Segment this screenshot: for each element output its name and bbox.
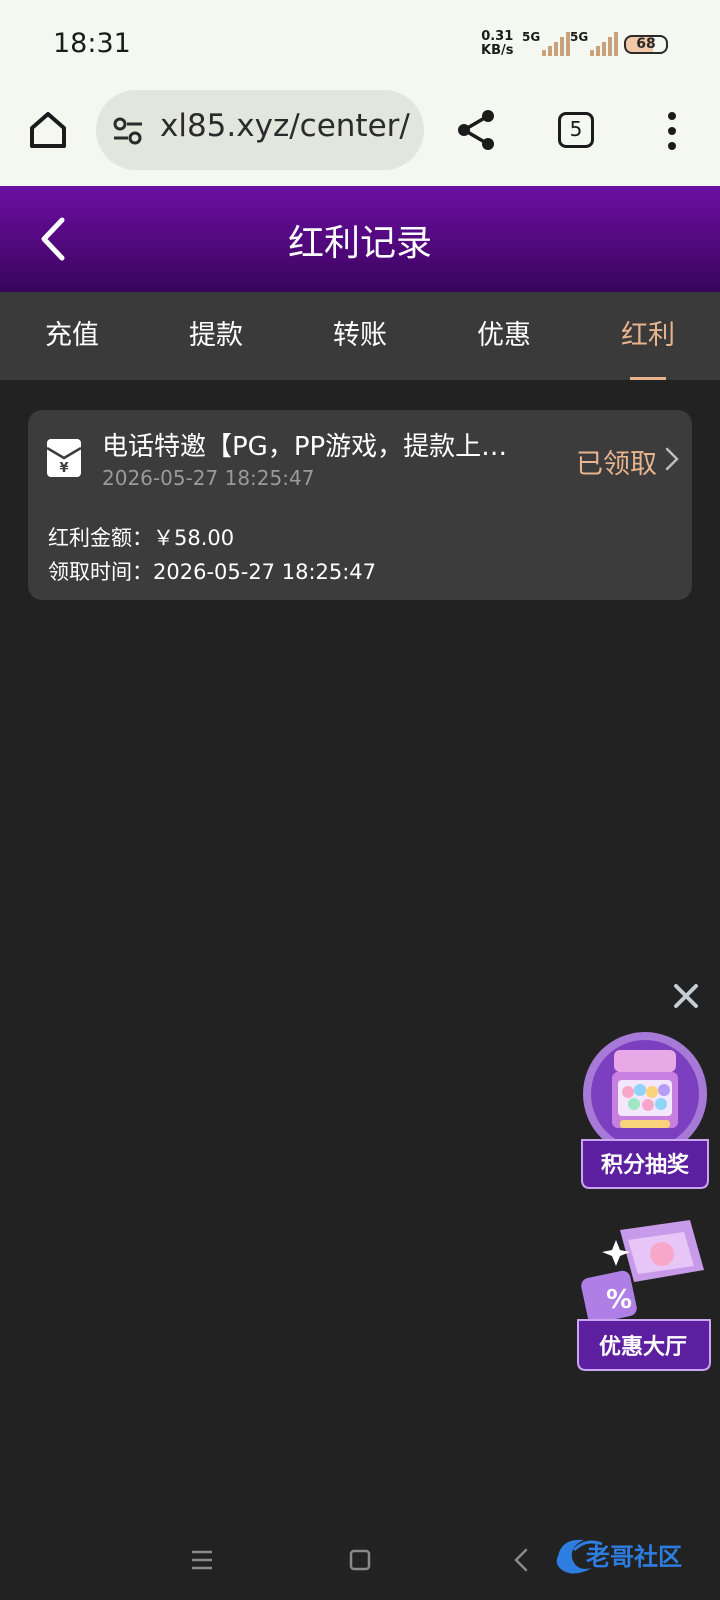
claim-time-value: 2026-05-27 18:25:47 — [153, 560, 377, 584]
points-lottery-label: 积分抽奖 — [600, 1153, 689, 1178]
status-time: 18:31 — [53, 28, 131, 59]
page-title: 红利记录 — [287, 223, 432, 264]
svg-text:%: % — [606, 1285, 632, 1315]
signal-sim2-icon: 5G — [570, 30, 618, 56]
browser-toolbar: xl85.xyz/center/t 5 — [0, 88, 720, 186]
chevron-right-icon[interactable] — [664, 446, 680, 472]
bonus-amount-row: 红利金额：￥58.00 — [48, 522, 234, 552]
network-speed-unit: KB/s — [481, 43, 514, 58]
url-bar[interactable]: xl85.xyz/center/t — [96, 90, 424, 170]
recents-icon[interactable] — [182, 1540, 222, 1580]
tab-transfer[interactable]: 转账 — [288, 292, 432, 380]
record-status: 已领取 — [576, 449, 657, 480]
claim-time-row: 领取时间：2026-05-27 18:25:47 — [48, 556, 376, 586]
record-title: 电话特邀【PG，PP游戏，提款上… — [102, 432, 508, 462]
tab-promotion[interactable]: 优惠 — [432, 292, 576, 380]
home-nav-icon[interactable] — [340, 1540, 380, 1580]
tab-switcher-button[interactable]: 5 — [558, 112, 594, 148]
svg-text:¥: ¥ — [59, 461, 68, 476]
signal-sim1-icon: 5G — [522, 30, 570, 56]
back-nav-icon[interactable] — [502, 1540, 542, 1580]
red-envelope-icon: ¥ — [46, 439, 82, 477]
bonus-amount-label: 红利金额： — [48, 526, 153, 550]
record-time: 2026-05-27 18:25:47 — [102, 466, 315, 490]
points-lottery-button[interactable]: 积分抽奖 — [578, 1030, 712, 1190]
site-settings-icon[interactable] — [112, 116, 144, 146]
page-header: 红利记录 — [0, 186, 720, 292]
tab-withdraw[interactable]: 提款 — [144, 292, 288, 380]
tab-deposit[interactable]: 充值 — [0, 292, 144, 380]
bonus-record-card[interactable]: ¥ 电话特邀【PG，PP游戏，提款上… 2026-05-27 18:25:47 … — [28, 410, 692, 600]
more-menu-icon[interactable] — [660, 110, 684, 152]
promo-hall-button[interactable]: % 优惠大厅 — [572, 1210, 714, 1372]
status-bar: 18:31 0.31 KB/s 5G 5G 68 — [0, 0, 720, 88]
home-icon[interactable] — [26, 108, 70, 152]
record-tabs: 充值 提款 转账 优惠 红利 — [0, 292, 720, 380]
network-speed: 0.31 KB/s — [481, 30, 513, 58]
watermark-text: 老哥社区 — [586, 1543, 682, 1571]
claim-time-label: 领取时间： — [48, 560, 153, 584]
battery-icon: 68 — [624, 35, 668, 54]
tab-bonus[interactable]: 红利 — [576, 292, 720, 380]
network-speed-value: 0.31 — [481, 29, 514, 44]
bonus-amount-value: ￥58.00 — [153, 526, 235, 550]
url-text[interactable]: xl85.xyz/center/t — [160, 108, 410, 144]
promo-hall-label: 优惠大厅 — [598, 1335, 687, 1360]
watermark-logo: 老哥社区 — [552, 1532, 712, 1580]
close-floating-icon[interactable] — [672, 982, 700, 1010]
share-icon[interactable] — [456, 108, 498, 152]
